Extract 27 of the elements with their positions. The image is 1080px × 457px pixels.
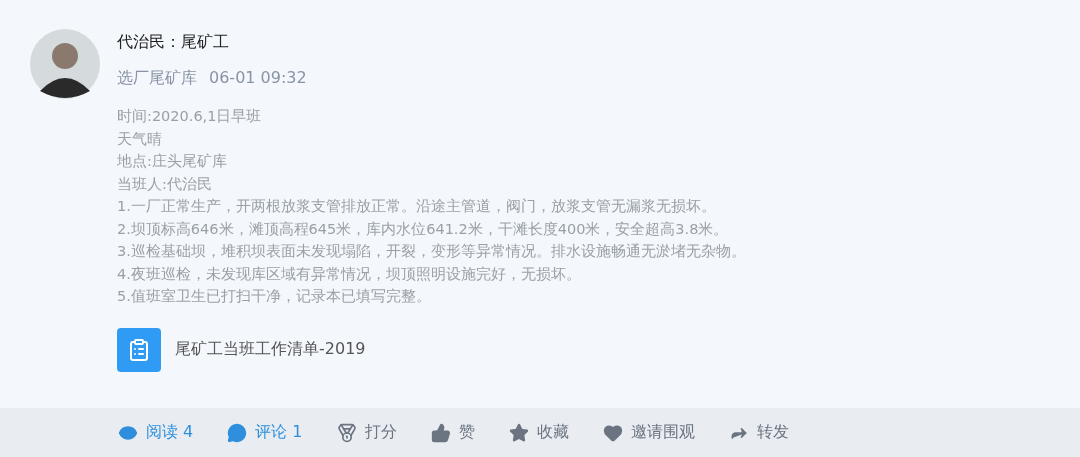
post-text-line: 当班人:代治民 — [117, 174, 213, 194]
star-icon — [508, 422, 529, 443]
post-text-line: 天气晴 — [117, 129, 163, 149]
invite-button[interactable]: 邀请围观 — [602, 422, 695, 443]
post-text-line: 2.坝顶标高646米，滩顶高程645米，库内水位641.2米，干滩长度400米，安全超高3.8米。 — [117, 219, 730, 239]
post-text-line: 4.夜班巡检，未发现库区域有异常情况，坝顶照明设施完好，无损坏。 — [117, 264, 582, 284]
rate-button[interactable]: 打分 — [336, 422, 397, 443]
post-time: 06-01 09:32 — [209, 67, 307, 89]
post-text-line: 地点:庄头尾矿库 — [117, 152, 228, 171]
post-source[interactable]: 选厂尾矿库 — [117, 67, 197, 89]
post-text-line: 3.巡检基础坝，堆积坝表面未发现塌陷，开裂，变形等异常情况。排水设施畅通无淤堵无杂物。 — [117, 242, 746, 261]
post-text-line: 时间:2020.6,1日早班 — [117, 107, 263, 126]
medal-icon — [336, 422, 357, 443]
comment-button[interactable]: 评论 1 — [227, 422, 303, 443]
share-button[interactable]: 转发 — [728, 422, 789, 443]
speech-bubble-icon — [227, 422, 248, 443]
author-name: 代治民：尾矿工 — [117, 31, 230, 53]
post-text-line: 5.值班室卫生已打扫干净，记录本已填写完整。 — [117, 287, 432, 306]
clipboard-icon[interactable] — [117, 327, 161, 372]
favorite-button[interactable]: 收藏 — [508, 422, 569, 443]
thumbs-up-icon — [430, 422, 451, 443]
read-button[interactable]: 阅读 4 — [118, 422, 194, 443]
attachment-name[interactable]: 尾矿工当班工作清单-2019 — [175, 339, 366, 360]
avatar — [30, 29, 100, 99]
like-button[interactable]: 赞 — [430, 422, 475, 443]
post-text-line: 1.一厂正常生产，开两根放浆支管排放正常。沿途主管道，阀门，放浆支管无漏浆无损坏。 — [117, 197, 717, 216]
heart-icon — [602, 422, 623, 443]
